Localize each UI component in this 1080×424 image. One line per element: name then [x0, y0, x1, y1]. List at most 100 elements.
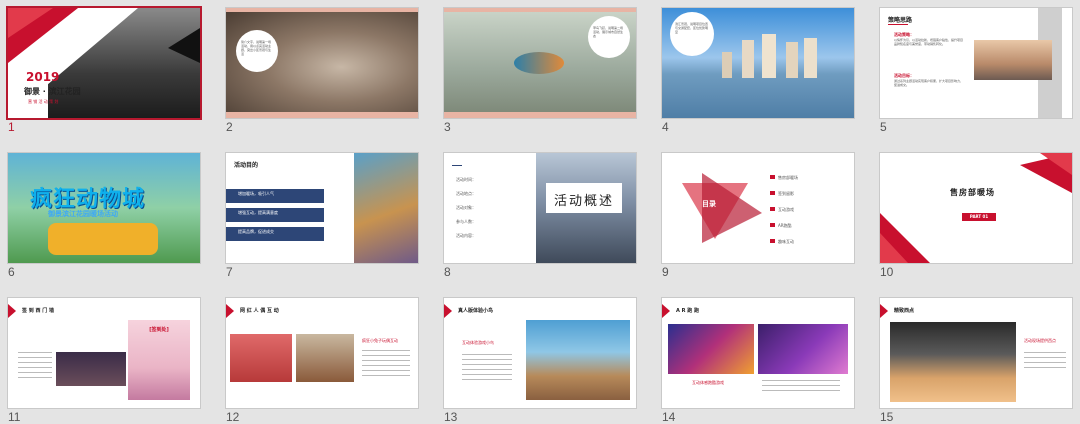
overview-row-1: 活动时间： [456, 177, 476, 182]
slide-title: 御景 · 滨江花园 [24, 87, 81, 96]
caption: 互动体验游戏小鸟 [462, 340, 494, 345]
purpose-item-3: 提高品牌，促进成交 [226, 227, 324, 241]
skyline-photo [974, 40, 1052, 80]
slide-number-14: 14 [662, 410, 676, 424]
bubble-text: 简介文字，说明第一场活动，用以点亮活动主题，突出小区景观与生活 [241, 40, 272, 56]
slide-thumbnail-13[interactable]: 真人版体验小鸟 互动体验游戏小鸟 [444, 298, 636, 408]
toc-item-4: AR跑酷 [770, 223, 792, 228]
bottom-stripe [444, 112, 636, 118]
sign-wall-label: [签到处] [149, 327, 169, 333]
slide-number-4: 4 [662, 120, 669, 134]
slide-number-3: 3 [444, 120, 451, 134]
slide-subtitle: 营 销 活 动 策 划 [28, 99, 59, 104]
building [804, 38, 817, 78]
slide-number-2: 2 [226, 120, 233, 134]
slide-thumbnail-11[interactable]: 签 到 西 门 墙 [签到处] [8, 298, 200, 408]
slide-number-5: 5 [880, 120, 887, 134]
bottom-stripe [226, 112, 418, 118]
slide-title: A R 跑 跑 [676, 308, 699, 314]
overview-row-3: 活动对象： [456, 205, 476, 210]
slide-thumbnail-2[interactable]: 简介文字，说明第一场活动，用以点亮活动主题，突出小区景观与生活 [226, 8, 418, 118]
slide-title: 签 到 西 门 墙 [22, 308, 54, 314]
purpose-item-1: 增加暖场，吸引人气 [226, 189, 324, 203]
toc-diamond-graphic [682, 173, 762, 243]
slide-thumbnail-1[interactable]: 2019 御景 · 滨江花园 营 销 活 动 策 划 [8, 8, 200, 118]
slide-number-13: 13 [444, 410, 458, 424]
top-stripe [226, 8, 418, 12]
slide-number-12: 12 [226, 410, 240, 424]
bear-mascot-photo [296, 334, 354, 382]
slide-thumbnail-7[interactable]: 活动目的 增加暖场，吸引人气 增强互动，提高满意度 提高品牌，促进成交 [226, 153, 418, 263]
game-booth-photo [526, 320, 630, 400]
slide-number-10: 10 [880, 265, 894, 279]
building [742, 40, 754, 78]
slide-title: 策略思路 [888, 17, 913, 24]
strategy-body: 以情怀为引，以活动拉新，增强客户粘性，提升项目品牌知名度与美誉度，带动销售转化。 [894, 38, 964, 46]
slide-thumbnail-14[interactable]: A R 跑 跑 互动体感跑酷游戏 [662, 298, 854, 408]
slide-thumbnail-12[interactable]: 网 红 人 偶 互 动 疯狂小兔子玩偶互动 [226, 298, 418, 408]
text-bubble: 滨江景观，说明项目位置与交通配套，区位优势明显 [670, 12, 714, 56]
overview-row-5: 活动内容： [456, 233, 476, 238]
body-text [1024, 352, 1066, 372]
section-decoration-shapes [880, 153, 1072, 263]
slide-number-6: 6 [8, 265, 15, 279]
text-bubble: 简介文字，说明第一场活动，用以点亮活动主题，突出小区景观与生活 [236, 30, 278, 72]
building [762, 34, 776, 78]
toc-item-2: 签到留影 [770, 191, 794, 196]
slide-number-7: 7 [226, 265, 233, 279]
bubble-text: 翠鸟飞跃，说明第二场活动，展示城市自然生态 [593, 26, 624, 38]
caption: 互动体感跑酷游戏 [692, 380, 724, 385]
slide-thumbnail-8[interactable]: 活动时间： 活动地点： 活动对象： 参与人数： 活动内容： 活动概述 [444, 153, 636, 263]
angry-bird-photo [230, 334, 292, 382]
slide-thumbnail-9[interactable]: 目录 售房部暖场 签到留影 互动游戏 AR跑酷 趣味互动 [662, 153, 854, 263]
toc-item-5: 趣味互动 [770, 239, 794, 244]
dessert-photo [890, 322, 1016, 402]
slide-thumbnail-4[interactable]: 滨江景观，说明项目位置与交通配套，区位优势明显 [662, 8, 854, 118]
vr-player-photo [758, 324, 848, 374]
slide-number-11: 11 [8, 410, 21, 424]
body-text [462, 354, 512, 384]
slide-number-15: 15 [880, 410, 894, 424]
slide-thumbnail-6[interactable]: 疯狂动物城 御景滨江花园暖场活动 [8, 153, 200, 263]
slide-thumbnail-15[interactable]: 精致西点 活动现场提供西点 [880, 298, 1072, 408]
bird-shape [514, 52, 564, 74]
toc-item-1: 售房部暖场 [770, 175, 798, 180]
strategy-heading: 活动策略： [894, 32, 914, 37]
slide-thumbnail-3[interactable]: 翠鸟飞跃，说明第二场活动，展示城市自然生态 [444, 8, 636, 118]
red-marker [880, 304, 888, 318]
toc-item-3: 互动游戏 [770, 207, 794, 212]
body-text [362, 350, 410, 376]
slide-thumbnail-5[interactable]: 策略思路 活动策略： 以情怀为引，以活动拉新，增强客户粘性，提升项目品牌知名度与… [880, 8, 1072, 118]
bubble-text: 滨江景观，说明项目位置与交通配套，区位优势明显 [675, 22, 709, 34]
red-marker [8, 304, 16, 318]
slide-number-9: 9 [662, 265, 669, 279]
signboard-photo [56, 352, 126, 386]
slide-thumbnail-10[interactable]: 售房部暖场 PART 01 [880, 153, 1072, 263]
body-text [762, 380, 840, 392]
accent-line [452, 165, 462, 166]
overview-heading-box: 活动概述 [546, 183, 622, 213]
building [722, 52, 732, 78]
caption: 疯狂小兔子玩偶互动 [362, 338, 398, 343]
top-stripe [444, 8, 636, 12]
section-title: 售房部暖场 [950, 188, 995, 197]
slide-number-1: 1 [8, 120, 15, 134]
red-marker [226, 304, 234, 318]
slide-title: 活动目的 [234, 162, 259, 169]
building [786, 42, 798, 78]
overview-heading: 活动概述 [553, 194, 614, 209]
bus-shape [48, 223, 158, 255]
slide-year: 2019 [26, 70, 60, 84]
slide-title: 网 红 人 偶 互 动 [240, 308, 279, 314]
caption: 活动现场提供西点 [1024, 338, 1056, 343]
red-marker [444, 304, 452, 318]
slide-title: 真人版体验小鸟 [458, 308, 494, 314]
body-text [18, 352, 52, 382]
fox-rabbit-image [354, 153, 418, 263]
part-badge: PART 01 [962, 213, 996, 221]
toc-center-label: 目录 [702, 200, 716, 208]
ar-game-screen [668, 324, 754, 374]
title-underline [888, 24, 908, 25]
poster-subtitle: 御景滨江花园暖场活动 [48, 210, 118, 218]
overview-row-4: 参与人数： [456, 219, 476, 224]
